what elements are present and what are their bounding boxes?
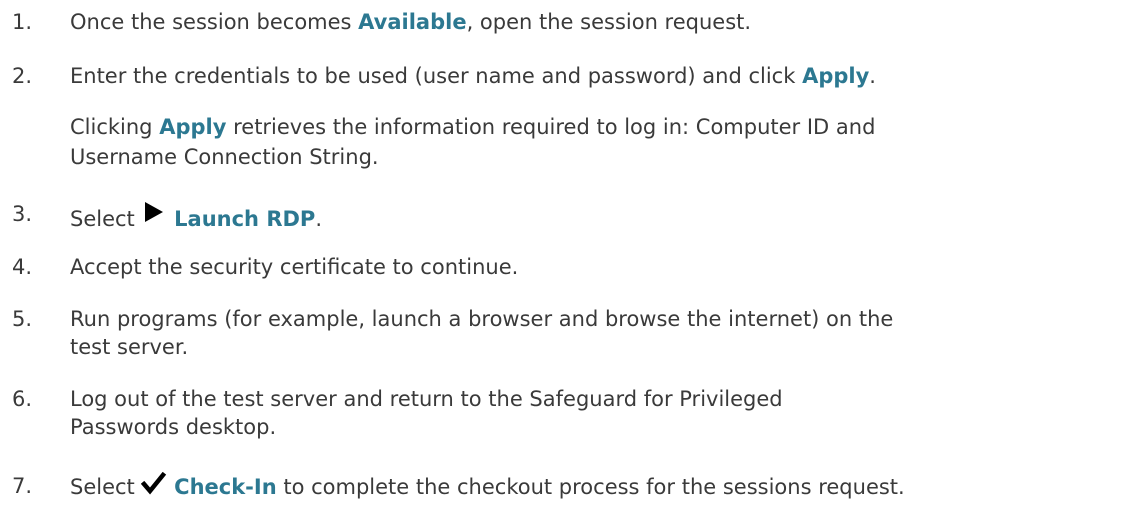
step-number: 5.: [12, 307, 33, 331]
play-icon: [141, 200, 167, 235]
bold-term: Launch RDP: [174, 207, 316, 231]
step-6-line-2: Passwords desktop.: [70, 415, 277, 439]
step-text: Enter the credentials to be used (user n…: [70, 64, 803, 88]
bold-term: Check-In: [174, 475, 277, 499]
note-text: retrieves the information required to lo…: [226, 115, 876, 139]
step-number: 1.: [12, 10, 33, 34]
checkmark-icon-svg: [141, 471, 167, 495]
step-5-line-2: test server.: [70, 335, 189, 359]
step-text: Select: [70, 207, 142, 231]
step-number: 6.: [12, 387, 33, 411]
step-text: .: [869, 64, 876, 88]
step-number: 3.: [12, 202, 33, 226]
step-text: Accept the security certificate to conti…: [70, 255, 519, 279]
play-icon-svg: [145, 202, 164, 222]
step-text: Select: [70, 475, 142, 499]
bold-term: Apply: [802, 64, 870, 88]
step-text: to complete the checkout process for the…: [276, 475, 905, 499]
note-text: Clicking: [70, 115, 160, 139]
step-number: 2.: [12, 64, 33, 88]
step-number: 7.: [12, 474, 33, 498]
step-2-note-line-1: Clicking Apply retrieves the information…: [70, 113, 875, 141]
step-text: , open the session request.: [466, 10, 752, 34]
step-2-note-line-2: Username Connection String.: [70, 145, 379, 169]
step-text: .: [315, 207, 322, 231]
bold-term: Available: [358, 10, 467, 34]
bold-term: Apply: [159, 115, 227, 139]
procedure-document: 1. Once the session becomes Available, o…: [0, 0, 1140, 510]
step-text: Log out of the test server and return to…: [70, 387, 783, 411]
step-text: Once the session becomes: [70, 10, 359, 34]
step-text: Run programs (for example, launch a brow…: [70, 307, 894, 331]
step-number: 4.: [12, 255, 33, 279]
checkmark-icon: [141, 471, 167, 503]
